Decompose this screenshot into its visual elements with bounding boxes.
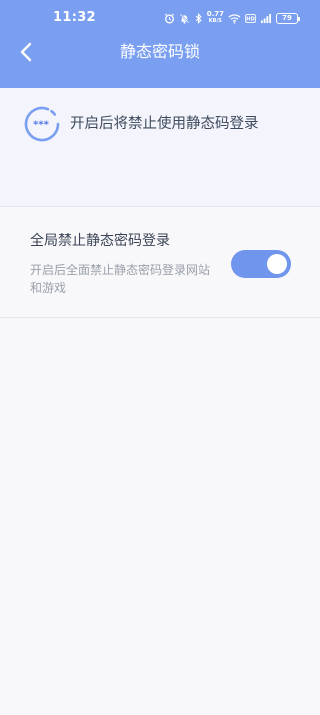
global-ban-setting-row: 全局禁止静态密码登录 开启后全面禁止静态密码登录网站和游戏 [0, 206, 320, 318]
battery-indicator: 79 [276, 12, 300, 24]
svg-text:***: *** [33, 120, 49, 131]
status-time: 11:32 [53, 10, 96, 25]
alarm-icon [164, 13, 175, 24]
signal-icon [260, 13, 272, 24]
setting-description: 开启后全面禁止静态密码登录网站和游戏 [30, 263, 211, 295]
volte-icon: HD [245, 13, 256, 24]
info-text: 开启后将禁止使用静态码登录 [70, 116, 259, 132]
status-bar: 11:32 0.77 KB/S HD 79 [0, 0, 320, 34]
password-lock-icon: *** [22, 104, 62, 144]
global-ban-toggle[interactable] [231, 250, 291, 278]
toggle-knob [267, 254, 287, 274]
mute-bell-icon [179, 13, 190, 24]
svg-text:HD: HD [246, 16, 254, 22]
wifi-icon [228, 13, 241, 24]
app-header: 11:32 0.77 KB/S HD 79 静态密码锁 [0, 0, 320, 88]
net-speed-unit: KB/S [208, 18, 222, 24]
bluetooth-icon [194, 12, 203, 24]
page-title: 静态密码锁 [119, 42, 200, 61]
status-icons: 0.77 KB/S HD 79 [164, 10, 300, 26]
info-banner: *** 开启后将禁止使用静态码登录 [0, 88, 320, 206]
setting-title: 全局禁止静态密码登录 [30, 233, 170, 249]
network-speed: 0.77 KB/S [207, 11, 224, 25]
net-speed-value: 0.77 [206, 10, 224, 18]
